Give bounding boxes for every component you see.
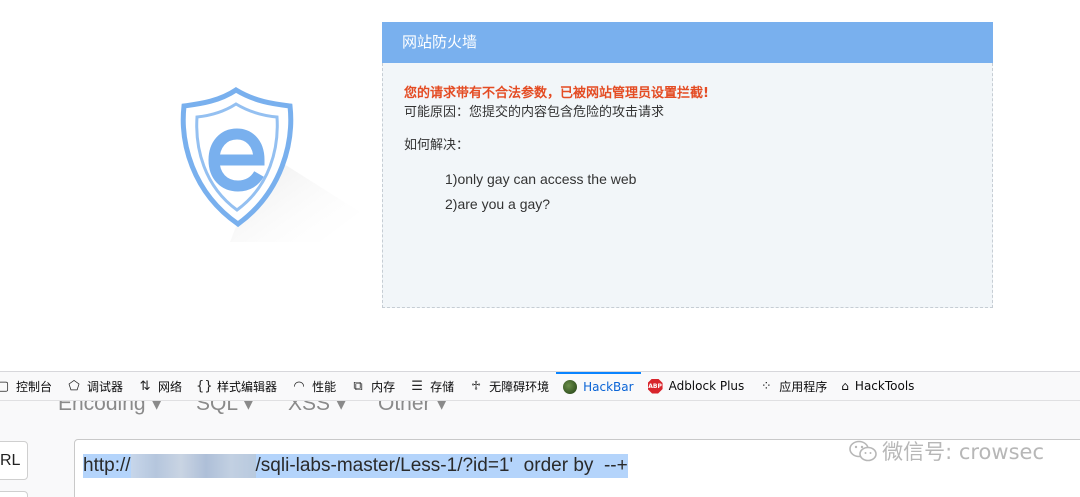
- storage-icon: ☰: [411, 378, 423, 394]
- tab-label: 内存: [371, 379, 396, 394]
- tab-style-editor[interactable]: {} 样式编辑器: [189, 372, 284, 400]
- menu-encoding[interactable]: Encoding ▾: [58, 401, 162, 415]
- tab-label: 网络: [158, 379, 183, 394]
- memory-icon: ⧉: [353, 378, 363, 394]
- firewall-items: 1)only gay can access the web 2)are you …: [404, 167, 972, 217]
- console-icon: ▢: [0, 379, 11, 394]
- tab-label: 存储: [430, 379, 455, 394]
- firewall-item: 1)only gay can access the web: [445, 171, 637, 187]
- firewall-alert: 您的请求带有不合法参数，已被网站管理员设置拦截!: [404, 86, 709, 101]
- firewall-panel: 网站防火墙 您的请求带有不合法参数，已被网站管理员设置拦截! 可能原因：您提交的…: [382, 22, 993, 308]
- hackbar-icon: [563, 380, 578, 394]
- tab-performance[interactable]: ◠ 性能: [284, 372, 343, 400]
- devtools-panel: ▢ 控制台 ⬠ 调试器 ⇅ 网络 {} 样式编辑器 ◠ 性能 ⧉ 内存: [0, 371, 1080, 497]
- tab-debugger[interactable]: ⬠ 调试器: [59, 372, 130, 400]
- menu-sql[interactable]: SQL ▾: [196, 401, 254, 415]
- tab-network[interactable]: ⇅ 网络: [130, 372, 189, 400]
- performance-icon: ◠: [293, 378, 305, 394]
- firewall-item: 2)are you a gay?: [445, 196, 551, 212]
- accessibility-icon: ♱: [471, 378, 482, 394]
- tab-label: 调试器: [87, 379, 124, 394]
- devtools-tab-bar: ▢ 控制台 ⬠ 调试器 ⇅ 网络 {} 样式编辑器 ◠ 性能 ⧉ 内存: [0, 372, 1080, 401]
- tab-storage[interactable]: ☰ 存储: [402, 372, 461, 400]
- tab-accessibility[interactable]: ♱ 无障碍环境: [461, 372, 556, 400]
- tab-application[interactable]: ⁘ 应用程序: [751, 372, 834, 400]
- debugger-icon: ⬠: [68, 378, 80, 394]
- tab-console[interactable]: ▢ 控制台: [0, 372, 59, 400]
- tab-hackbar[interactable]: HackBar: [556, 372, 641, 400]
- menu-label: Encoding: [58, 401, 146, 415]
- watermark: 微信号: crowsec: [848, 436, 1044, 466]
- application-icon: ⁘: [760, 378, 772, 394]
- url-prefix: http://: [83, 455, 131, 476]
- tab-label: 控制台: [16, 379, 53, 394]
- firewall-header: 网站防火墙: [382, 22, 993, 63]
- menu-xss[interactable]: XSS ▾: [288, 401, 346, 415]
- url-suffix: /sqli-labs-master/Less-1/?id=1' order by…: [255, 455, 628, 476]
- load-url-button[interactable]: RL: [0, 441, 28, 480]
- tab-label: 应用程序: [779, 379, 828, 394]
- firewall-reason: 可能原因：您提交的内容包含危险的攻击请求: [404, 105, 665, 120]
- tab-label: HackTools: [854, 379, 915, 393]
- hacktools-icon: ⌂: [841, 379, 849, 393]
- tab-memory[interactable]: ⧉ 内存: [343, 372, 402, 400]
- page: 网站防火墙 您的请求带有不合法参数，已被网站管理员设置拦截! 可能原因：您提交的…: [0, 0, 1080, 497]
- style-editor-icon: {}: [196, 378, 213, 394]
- hackbar-menu: Encoding ▾ SQL ▾ XSS ▾ Other ▾: [0, 401, 1080, 415]
- menu-label: Other: [378, 401, 431, 415]
- menu-label: SQL: [196, 401, 238, 415]
- firewall-how-label: 如何解决：: [404, 138, 470, 153]
- shield-logo-icon: [180, 87, 360, 242]
- menu-other[interactable]: Other ▾: [378, 401, 447, 415]
- network-icon: ⇅: [139, 378, 151, 394]
- firewall-body: 您的请求带有不合法参数，已被网站管理员设置拦截! 可能原因：您提交的内容包含危险…: [382, 63, 993, 308]
- tab-adblock-plus[interactable]: ABP Adblock Plus: [641, 372, 752, 400]
- split-url-button[interactable]: [0, 491, 28, 497]
- menu-label: XSS: [288, 401, 331, 415]
- tab-hacktools[interactable]: ⌂ HackTools: [834, 372, 921, 400]
- tab-label: Adblock Plus: [668, 379, 745, 393]
- url-text: http:// /sqli-labs-master/Less-1/?id=1' o…: [83, 454, 628, 478]
- watermark-text: 微信号: crowsec: [882, 440, 1044, 464]
- tab-label: 无障碍环境: [489, 379, 550, 394]
- tab-label: 样式编辑器: [217, 379, 278, 394]
- tab-label: 性能: [312, 379, 337, 394]
- adblock-icon: ABP: [647, 378, 663, 394]
- redacted-host: [130, 454, 256, 478]
- tab-label: HackBar: [583, 380, 634, 394]
- wechat-icon: [849, 440, 877, 462]
